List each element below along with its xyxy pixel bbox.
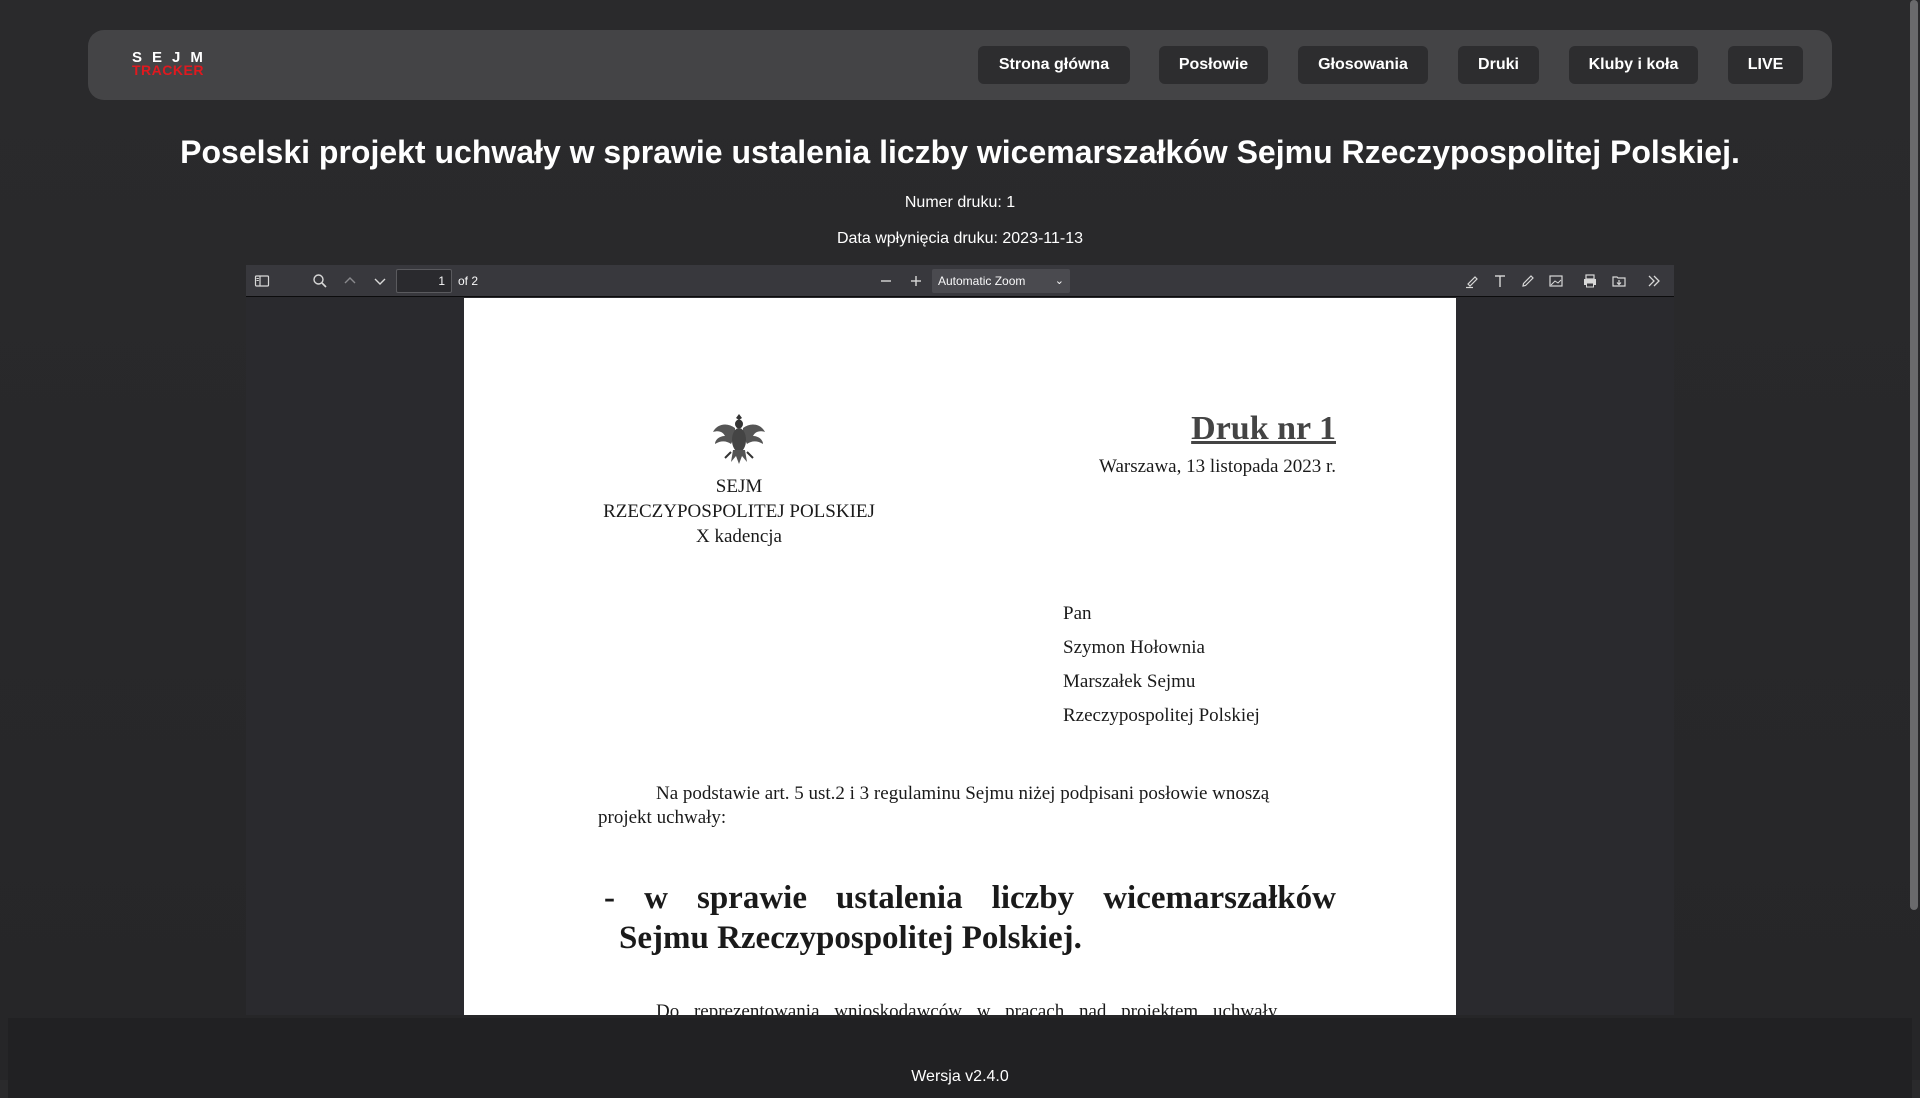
download-icon[interactable]: [1609, 271, 1629, 291]
pdf-viewer: of 2 Automatic Zoom ⌄: [246, 265, 1674, 1015]
addressee-line: Marszałek Sejmu: [1063, 671, 1196, 692]
page-scrollbar[interactable]: [1910, 0, 1918, 910]
chevron-up-icon[interactable]: [340, 271, 360, 291]
issuer-line: RZECZYPOSPOLITEJ POLSKIEJ: [603, 501, 875, 522]
nav-deputies-button[interactable]: Posłowie: [1159, 46, 1268, 84]
nav-clubs-button[interactable]: Kluby i koła: [1569, 46, 1698, 84]
place-date: Warszawa, 13 listopada 2023 r.: [1099, 456, 1336, 477]
nav-prints-button[interactable]: Druki: [1458, 46, 1539, 84]
print-date: Data wpłynięcia druku: 2023-11-13: [836, 230, 1084, 247]
page-title: Poselski projekt uchwały w sprawie ustal…: [180, 134, 1740, 170]
site-logo[interactable]: SEJM TRACKER: [132, 50, 212, 80]
chevron-down-icon: ⌄: [1054, 275, 1064, 287]
nav-votes-button[interactable]: Głosowania: [1298, 46, 1428, 84]
version-label: Wersja v2.4.0: [911, 1068, 1009, 1085]
top-navbar: SEJM TRACKER Strona główna Posłowie Głos…: [88, 30, 1832, 100]
logo-tracker-text: TRACKER: [132, 62, 204, 78]
paragraph-intro-line2: projekt uchwały:: [598, 807, 727, 828]
sidebar-toggle-icon[interactable]: [252, 271, 272, 291]
page-count-label: of 2: [458, 274, 479, 288]
footer: Wersja v2.4.0: [8, 1018, 1912, 1098]
text-icon[interactable]: [1490, 271, 1510, 291]
document-heading-line2: Sejmu Rzeczypospolitej Polskiej.: [619, 920, 1082, 956]
paragraph-representation: Do reprezentowania wnioskodawców w praca…: [656, 1001, 1278, 1015]
issuer-line: X kadencja: [696, 526, 782, 547]
minus-icon[interactable]: [876, 271, 896, 291]
paragraph-intro-line1: Na podstawie art. 5 ust.2 i 3 regulaminu…: [656, 783, 1270, 804]
addressee-line: Pan: [1063, 603, 1092, 624]
image-icon[interactable]: [1546, 271, 1566, 291]
nav-home-button[interactable]: Strona główna: [978, 46, 1130, 84]
pencil-icon[interactable]: [1518, 271, 1538, 291]
issuer-line: SEJM: [715, 476, 763, 497]
printer-icon[interactable]: [1580, 271, 1600, 291]
issuer-block: SEJM RZECZYPOSPOLITEJ POLSKIEJ X kadencj…: [564, 474, 914, 549]
druk-title: Druk nr 1: [1191, 410, 1336, 447]
print-number: Numer druku: 1: [904, 194, 1016, 211]
addressee-line: Szymon Hołownia: [1063, 637, 1205, 658]
highlighter-icon[interactable]: [1462, 271, 1482, 291]
zoom-select-value: Automatic Zoom: [938, 274, 1026, 288]
chevron-down-icon[interactable]: [370, 271, 390, 291]
pdf-page: SEJM RZECZYPOSPOLITEJ POLSKIEJ X kadencj…: [464, 298, 1456, 1015]
zoom-select[interactable]: Automatic Zoom ⌄: [932, 269, 1070, 293]
addressee-line: Rzeczypospolitej Polskiej: [1063, 705, 1260, 726]
document-heading-line1: - w sprawie ustalenia liczby wicemarszał…: [604, 880, 1336, 916]
plus-icon[interactable]: [906, 271, 926, 291]
double-chevron-right-icon[interactable]: [1644, 271, 1664, 291]
search-icon[interactable]: [310, 271, 330, 291]
addressee-block: Pan Szymon Hołownia Marszałek Sejmu Rzec…: [1063, 597, 1260, 733]
polish-eagle-emblem-icon: [709, 408, 769, 468]
pdf-toolbar: of 2 Automatic Zoom ⌄: [246, 265, 1674, 297]
page-number-input[interactable]: [396, 269, 452, 293]
nav-live-button[interactable]: LIVE: [1728, 46, 1803, 84]
